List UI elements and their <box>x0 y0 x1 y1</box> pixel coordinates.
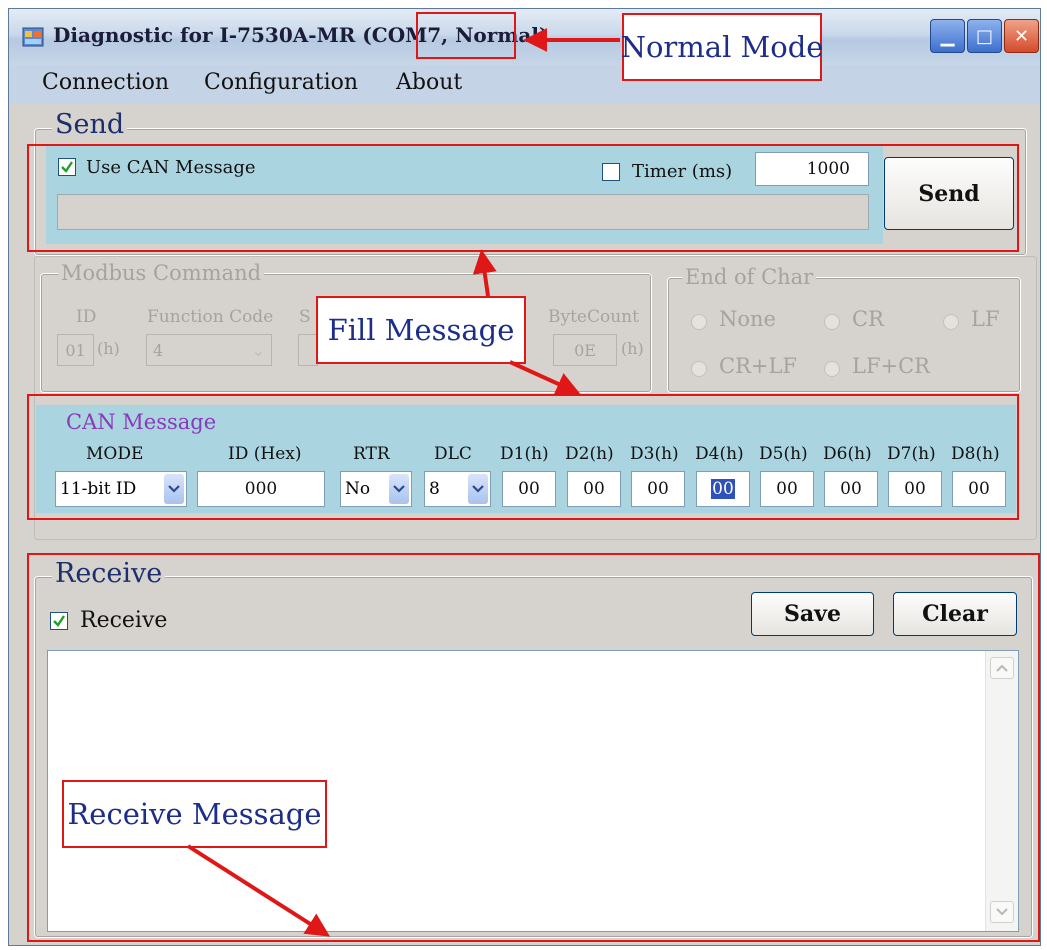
arrow-to-receive <box>186 844 331 937</box>
arrow-to-send <box>472 249 497 297</box>
arrow-to-can <box>509 360 581 395</box>
annotation-arrows <box>186 28 620 937</box>
